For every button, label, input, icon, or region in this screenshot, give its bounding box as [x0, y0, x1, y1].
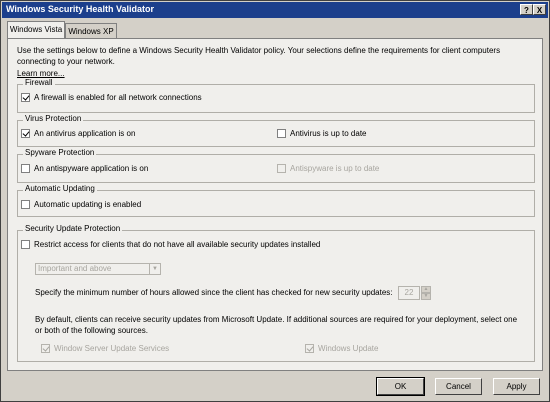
window-title: Windows Security Health Validator: [6, 4, 154, 14]
firewall-checkbox[interactable]: A firewall is enabled for all network co…: [21, 93, 202, 102]
tab-panel: Use the settings below to define a Windo…: [7, 38, 543, 371]
antispyware-on-label: An antispyware application is on: [34, 164, 149, 173]
hours-value[interactable]: 22: [398, 286, 420, 300]
wsus-label: Window Server Update Services: [54, 344, 170, 353]
title-bar[interactable]: Windows Security Health Validator ? X: [2, 2, 548, 18]
firewall-group: Firewall A firewall is enabled for all n…: [17, 78, 535, 113]
spin-down-icon[interactable]: ▼: [421, 293, 431, 300]
antivirus-uptodate-label: Antivirus is up to date: [290, 129, 367, 138]
automatic-updating-checkbox[interactable]: Automatic updating is enabled: [21, 200, 141, 209]
checkbox-box[interactable]: [21, 93, 30, 102]
restrict-access-label: Restrict access for clients that do not …: [34, 240, 321, 249]
virus-group-title: Virus Protection: [23, 114, 84, 123]
antivirus-uptodate-checkbox[interactable]: Antivirus is up to date: [277, 129, 366, 138]
hours-spinner[interactable]: 22 ▲ ▼: [398, 286, 432, 300]
ok-button[interactable]: OK: [376, 377, 425, 396]
checkbox-box[interactable]: [21, 129, 30, 138]
windows-update-checkbox[interactable]: Windows Update: [305, 344, 378, 353]
severity-dropdown[interactable]: Important and above ▼: [35, 263, 161, 275]
checkbox-box[interactable]: [41, 344, 50, 353]
antispyware-uptodate-label: Antispyware is up to date: [290, 164, 380, 173]
windows-update-label: Windows Update: [318, 344, 379, 353]
apply-button[interactable]: Apply: [493, 378, 540, 395]
cancel-button[interactable]: Cancel: [435, 378, 482, 395]
checkbox-box[interactable]: [21, 200, 30, 209]
firewall-group-title: Firewall: [23, 78, 55, 87]
hours-label: Specify the minimum number of hours allo…: [35, 288, 393, 297]
close-icon[interactable]: X: [533, 4, 546, 15]
virus-group: Virus Protection An antivirus applicatio…: [17, 114, 535, 147]
tab-windows-xp[interactable]: Windows XP: [65, 23, 117, 38]
spyware-group-title: Spyware Protection: [23, 148, 97, 157]
checkbox-box[interactable]: [277, 164, 286, 173]
checkbox-box[interactable]: [21, 164, 30, 173]
restrict-access-checkbox[interactable]: Restrict access for clients that do not …: [21, 240, 320, 249]
firewall-label: A firewall is enabled for all network co…: [34, 93, 202, 102]
checkbox-box[interactable]: [21, 240, 30, 249]
tab-windows-vista[interactable]: Windows Vista: [7, 21, 65, 39]
severity-selected-value: Important and above: [38, 264, 112, 273]
updating-group-title: Automatic Updating: [23, 184, 97, 193]
security-update-group-title: Security Update Protection: [23, 224, 123, 233]
spin-up-icon[interactable]: ▲: [421, 286, 431, 293]
antispyware-on-checkbox[interactable]: An antispyware application is on: [21, 164, 148, 173]
checkbox-box[interactable]: [305, 344, 314, 353]
automatic-updating-label: Automatic updating is enabled: [34, 200, 142, 209]
chevron-down-icon[interactable]: ▼: [149, 264, 160, 274]
spyware-group: Spyware Protection An antispyware applic…: [17, 148, 535, 183]
antivirus-on-checkbox[interactable]: An antivirus application is on: [21, 129, 135, 138]
learn-more-link[interactable]: Learn more...: [17, 69, 65, 78]
wsus-checkbox[interactable]: Window Server Update Services: [41, 344, 169, 353]
intro-text: Use the settings below to define a Windo…: [17, 46, 501, 66]
antispyware-uptodate-checkbox[interactable]: Antispyware is up to date: [277, 164, 379, 173]
automatic-updating-group: Automatic Updating Automatic updating is…: [17, 184, 535, 217]
checkbox-box[interactable]: [277, 129, 286, 138]
help-icon[interactable]: ?: [520, 4, 533, 15]
antivirus-on-label: An antivirus application is on: [34, 129, 136, 138]
dialog-window: Windows Security Health Validator ? X Wi…: [0, 0, 550, 402]
sources-text: By default, clients can receive security…: [35, 315, 518, 335]
